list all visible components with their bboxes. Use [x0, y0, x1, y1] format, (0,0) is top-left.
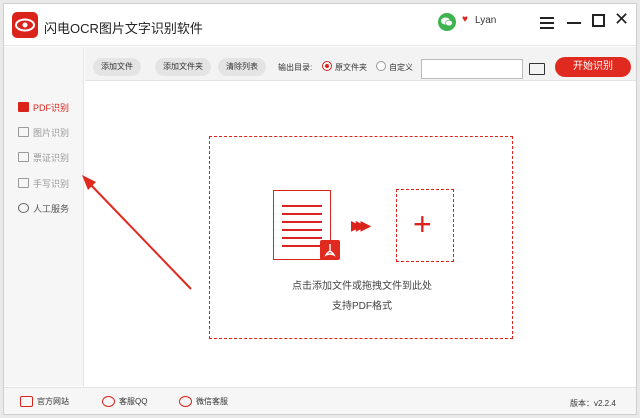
heart-icon: ♥	[462, 14, 468, 25]
plus-icon[interactable]: +	[413, 208, 432, 240]
app-window: 闪电OCR图片文字识别软件 ♥ Lyan ✕ PDF识别 图片识别 票证识别 手…	[3, 3, 637, 415]
sidebar: PDF识别 图片识别 票证识别 手写识别 人工服务	[4, 47, 84, 386]
minimize-icon[interactable]	[567, 22, 581, 24]
drop-hint-line2: 支持PDF格式	[332, 301, 392, 312]
sidebar-item-image[interactable]: 图片识别	[18, 125, 69, 139]
footer-wechat[interactable]: 微信客服	[179, 396, 228, 407]
wechat-icon[interactable]	[438, 13, 456, 31]
output-dir-label: 输出目录:	[278, 63, 313, 72]
radio-source-label: 原文件夹	[335, 63, 367, 72]
folder-open-icon[interactable]	[529, 63, 545, 75]
add-folder-button[interactable]: 添加文件夹	[155, 58, 211, 76]
close-icon[interactable]: ✕	[614, 10, 629, 28]
sidebar-item-ticket[interactable]: 票证识别	[18, 150, 69, 164]
sidebar-item-label: 手写识别	[33, 178, 70, 189]
radio-custom-label: 自定义	[389, 63, 413, 72]
forward-arrows-icon: ▶▶▶	[351, 217, 371, 233]
qq-icon	[102, 396, 115, 407]
main-area: ▶▶▶ + 点击添加文件或拖拽文件到此处 支持PDF格式	[85, 82, 636, 386]
sidebar-item-label: 图片识别	[33, 127, 70, 138]
add-file-button[interactable]: 添加文件	[93, 58, 141, 76]
maximize-icon[interactable]	[592, 14, 605, 27]
radio-custom[interactable]	[376, 61, 386, 71]
image-icon	[18, 127, 29, 137]
footer-website-label: 官方网站	[37, 397, 69, 406]
wechat-service-icon	[179, 396, 192, 407]
output-path-input[interactable]	[421, 59, 523, 79]
radio-source-folder[interactable]	[322, 61, 332, 71]
start-recognition-button[interactable]: 开始识别	[555, 57, 631, 77]
file-drop-zone[interactable]: ▶▶▶ + 点击添加文件或拖拽文件到此处 支持PDF格式	[209, 136, 513, 339]
title-bar: 闪电OCR图片文字识别软件 ♥ Lyan ✕	[4, 4, 636, 46]
ticket-icon	[18, 152, 29, 162]
handwriting-icon	[18, 178, 29, 188]
version-label: 版本：v2.2.4	[570, 399, 616, 408]
sidebar-item-label: 人工服务	[33, 203, 70, 214]
footer-qq[interactable]: 客服QQ	[102, 396, 147, 407]
footer-wechat-label: 微信客服	[196, 397, 228, 406]
sidebar-item-pdf[interactable]: PDF识别	[18, 100, 69, 114]
toolbar: 添加文件 添加文件夹 清除列表 输出目录: 原文件夹 自定义 开始识别	[85, 47, 636, 81]
drop-hint-line1: 点击添加文件或拖拽文件到此处	[292, 281, 432, 292]
pdf-logo-icon	[320, 240, 340, 260]
smiley-icon	[18, 203, 29, 213]
footer-website[interactable]: 官方网站	[20, 396, 69, 407]
pdf-icon	[18, 102, 29, 112]
sidebar-item-label: PDF识别	[33, 102, 70, 113]
menu-icon[interactable]	[540, 17, 554, 29]
app-logo	[12, 12, 38, 38]
sidebar-item-label: 票证识别	[33, 152, 70, 163]
clear-list-button[interactable]: 清除列表	[218, 58, 266, 76]
footer-qq-label: 客服QQ	[119, 397, 148, 406]
sidebar-item-handwriting[interactable]: 手写识别	[18, 176, 69, 190]
footer: 官方网站 客服QQ 微信客服 版本：v2.2.4	[4, 387, 636, 414]
user-name[interactable]: Lyan	[475, 15, 496, 26]
app-title: 闪电OCR图片文字识别软件	[44, 21, 203, 36]
sidebar-item-service[interactable]: 人工服务	[18, 201, 69, 215]
monitor-icon	[20, 396, 33, 407]
